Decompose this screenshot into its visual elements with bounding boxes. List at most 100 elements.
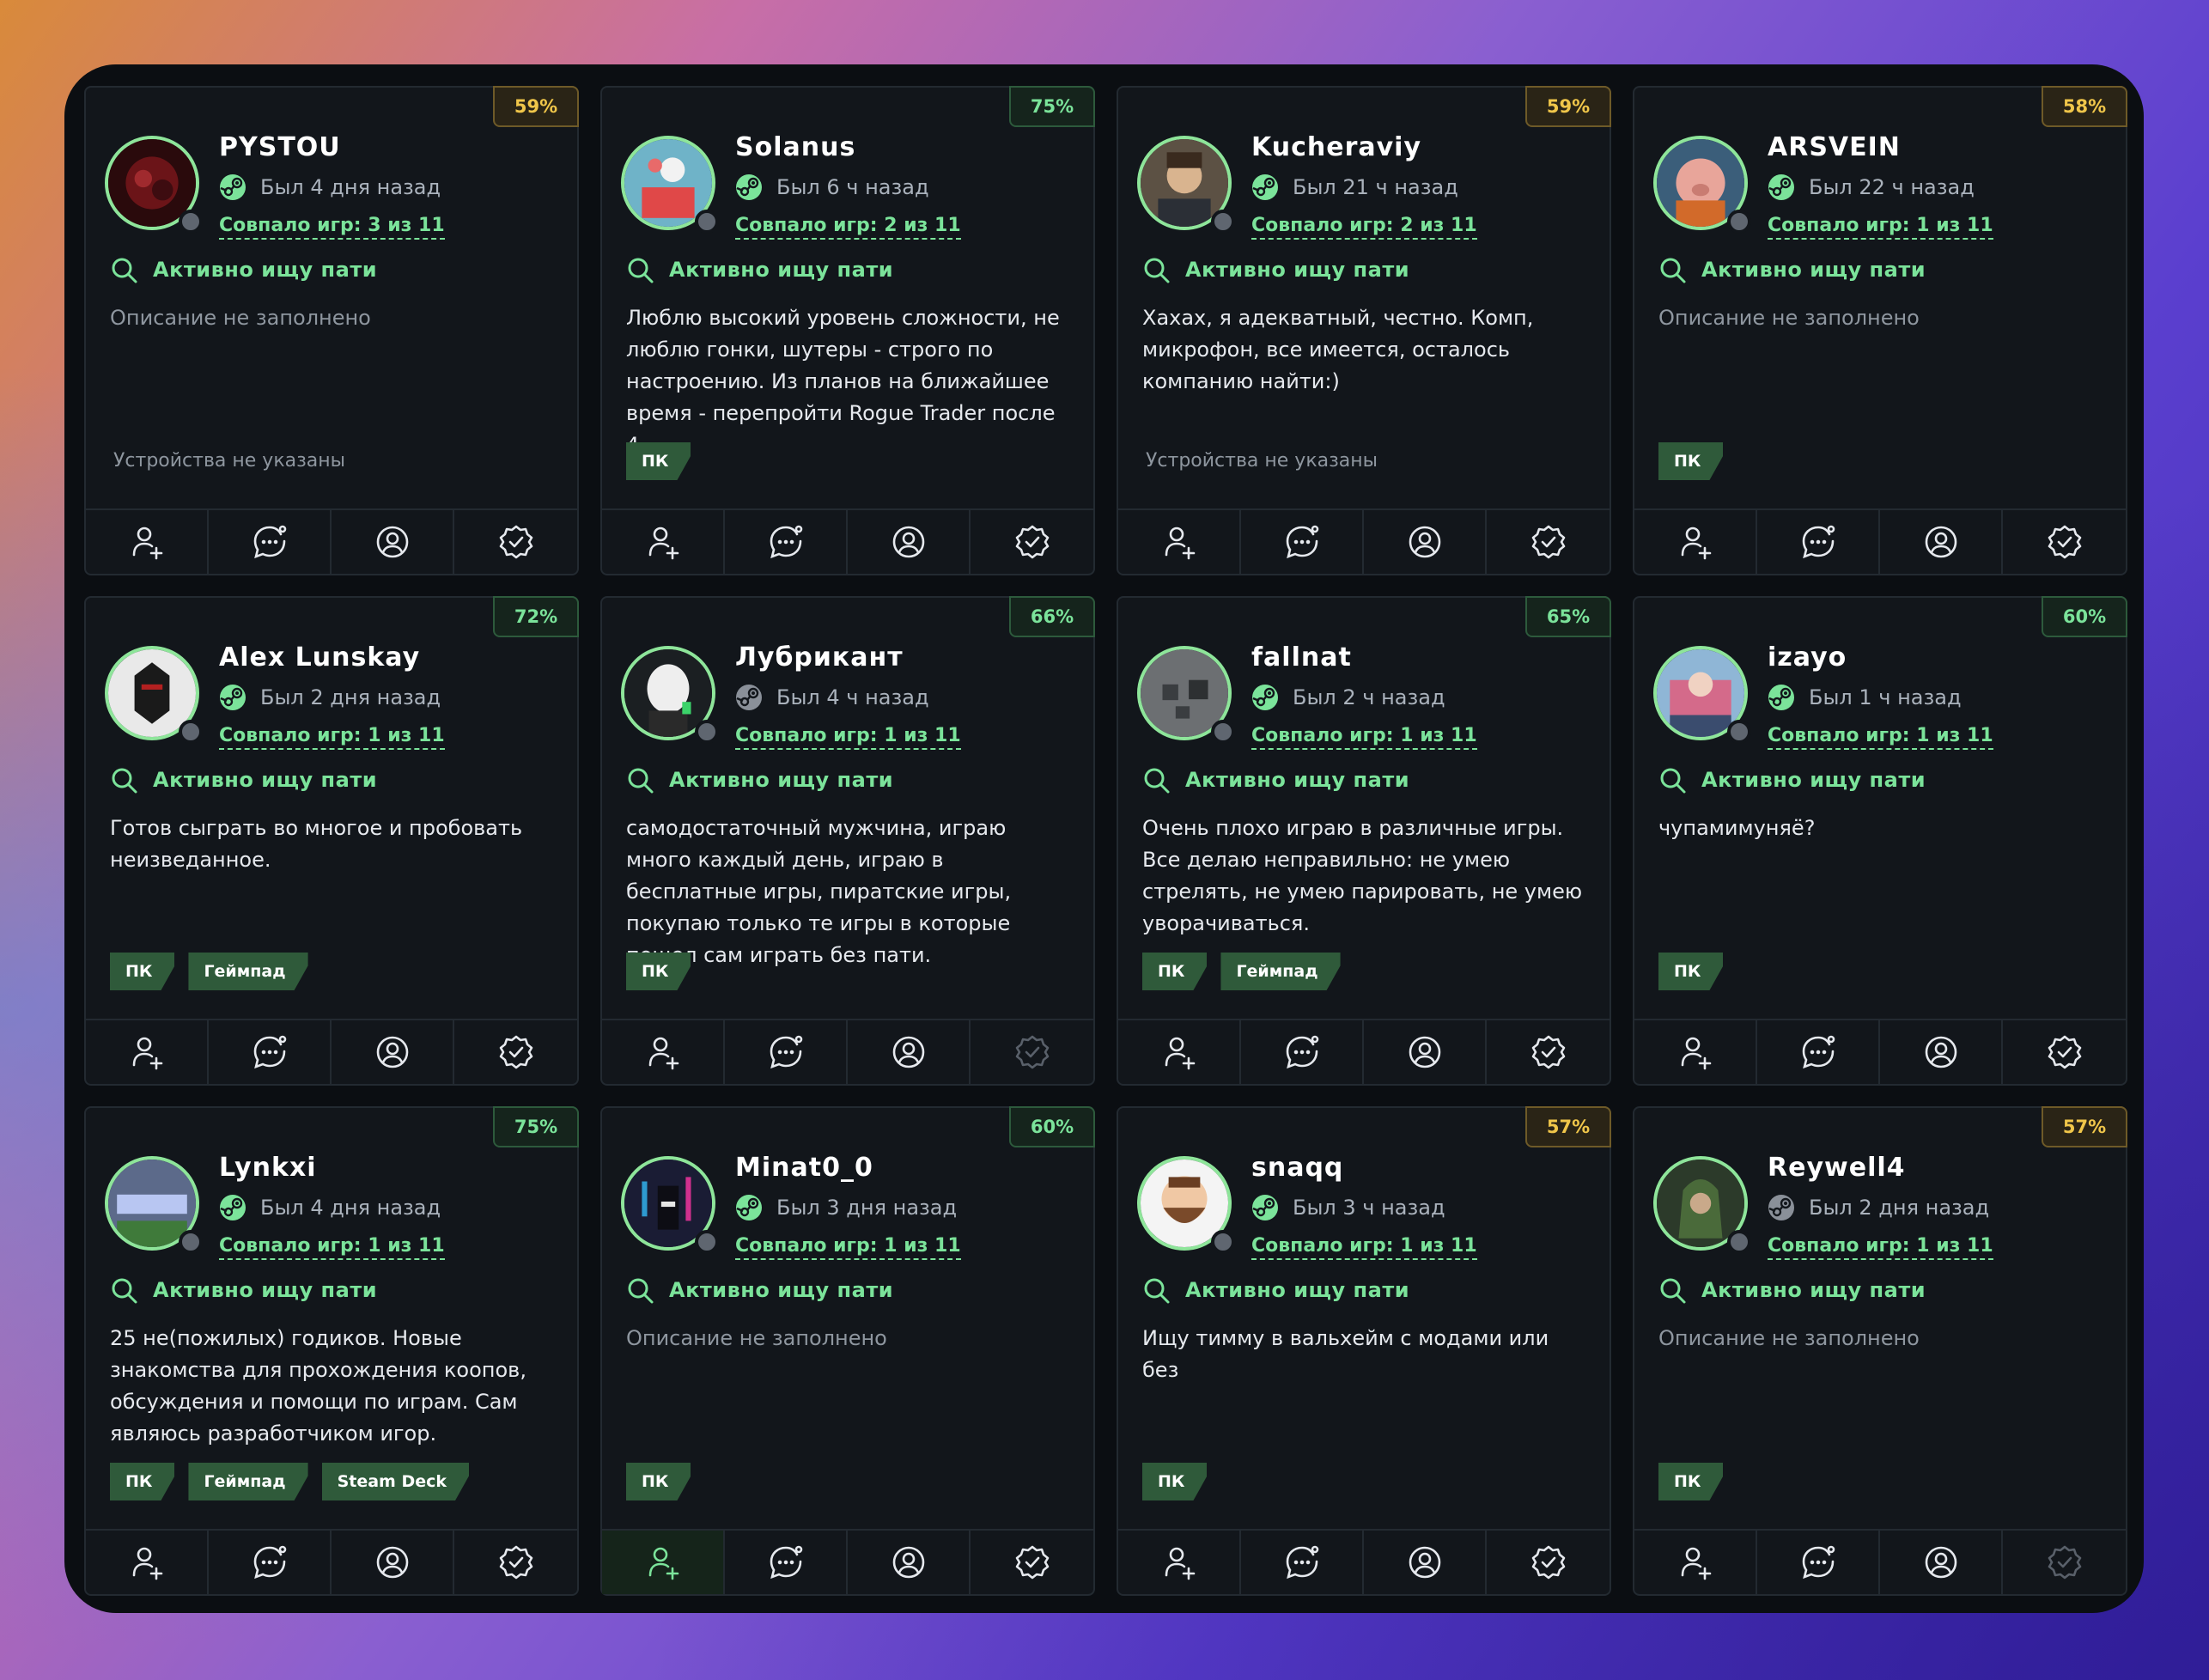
player-card: 75% Solanus Был 6 ч назад Совпало игр: 2… [600,86,1095,575]
profile-icon [1925,1546,1956,1579]
chat-button[interactable] [209,510,332,574]
profile-button[interactable] [848,1531,971,1594]
add-friend-button[interactable] [602,1531,725,1594]
profile-icon [1409,526,1440,558]
matched-games-link[interactable]: Совпало игр: 1 из 11 [1768,215,1993,240]
matched-games-link[interactable]: Совпало игр: 1 из 11 [1768,725,1993,750]
add-friend-button[interactable] [86,510,209,574]
matched-games-link[interactable]: Совпало игр: 3 из 11 [219,215,445,240]
profile-button[interactable] [848,1020,971,1084]
matched-games-link[interactable]: Совпало игр: 1 из 11 [1768,1235,1993,1260]
add-friend-button[interactable] [86,1020,209,1084]
add-friend-button[interactable] [86,1531,209,1594]
verify-button[interactable] [1487,510,1610,574]
player-name[interactable]: PYSTOU [219,132,341,162]
add-friend-button[interactable] [1634,1020,1757,1084]
chat-button[interactable] [1241,1020,1364,1084]
matched-games-link[interactable]: Совпало игр: 1 из 11 [1251,1235,1477,1260]
add-friend-button[interactable] [1118,1531,1241,1594]
verify-button[interactable] [454,1020,577,1084]
verify-button[interactable] [454,510,577,574]
add-friend-button[interactable] [1118,510,1241,574]
player-name[interactable]: Kucheraviy [1251,132,1421,162]
verify-button[interactable] [1487,1020,1610,1084]
profile-button[interactable] [848,510,971,574]
chat-icon [253,525,286,559]
chat-icon [1802,1545,1835,1580]
profile-button[interactable] [1880,510,2003,574]
verify-button[interactable] [454,1531,577,1594]
matched-games-link[interactable]: Совпало игр: 2 из 11 [735,215,961,240]
profile-button[interactable] [1364,1020,1487,1084]
player-name[interactable]: Alex Lunskay [219,642,420,673]
profile-button[interactable] [332,510,454,574]
player-name[interactable]: Лубрикант [735,642,904,673]
player-card: 66% Лубрикант Был 4 ч назад Совпало игр:… [600,596,1095,1086]
player-name[interactable]: Solanus [735,132,855,162]
card-actions [1634,1019,2126,1084]
matched-games-link[interactable]: Совпало игр: 2 из 11 [1251,215,1477,240]
chat-button[interactable] [725,1531,848,1594]
status-dot [695,1230,719,1254]
profile-button[interactable] [1880,1531,2003,1594]
add-friend-button[interactable] [1118,1020,1241,1084]
chat-button[interactable] [209,1020,332,1084]
search-icon [1144,768,1170,794]
card-actions [1634,508,2126,574]
player-name[interactable]: Lynkxi [219,1153,317,1183]
matched-games-link[interactable]: Совпало игр: 1 из 11 [735,725,961,750]
chat-button[interactable] [725,1020,848,1084]
verify-button[interactable] [2003,510,2126,574]
chat-icon [770,1545,802,1580]
chat-button[interactable] [1241,1531,1364,1594]
device-tags: ПК Геймпад [110,953,308,990]
verify-button[interactable] [971,510,1093,574]
profile-button[interactable] [332,1531,454,1594]
profile-button[interactable] [1880,1020,2003,1084]
profile-button[interactable] [332,1020,454,1084]
device-tag: ПК [626,953,691,990]
add-friend-button[interactable] [1634,1531,1757,1594]
profile-button[interactable] [1364,1531,1487,1594]
device-tags: ПК [1658,1463,1723,1500]
match-badge: 60% [1009,1106,1095,1147]
player-name[interactable]: ARSVEIN [1768,132,1901,162]
search-icon [112,1278,137,1304]
chat-button[interactable] [209,1531,332,1594]
verified-badge-icon [1531,1035,1565,1069]
player-name[interactable]: snaqq [1251,1153,1343,1183]
last-seen: Был 3 ч назад [1293,1196,1445,1220]
add-friend-button[interactable] [602,510,725,574]
search-icon [628,258,654,283]
add-friend-button[interactable] [1634,510,1757,574]
matched-games-link[interactable]: Совпало игр: 1 из 11 [219,1235,445,1260]
add-friend-button[interactable] [602,1020,725,1084]
verify-button[interactable] [2003,1531,2126,1594]
player-name[interactable]: Minat0_0 [735,1153,873,1183]
profile-icon [892,1036,924,1068]
matched-games-link[interactable]: Совпало игр: 1 из 11 [1251,725,1477,750]
matched-games-link[interactable]: Совпало игр: 1 из 11 [219,725,445,750]
chat-button[interactable] [1757,1531,1880,1594]
player-name[interactable]: fallnat [1251,642,1352,673]
matched-games-link[interactable]: Совпало игр: 1 из 11 [735,1235,961,1260]
search-icon [1660,258,1686,283]
profile-button[interactable] [1364,510,1487,574]
match-badge: 75% [1009,86,1095,127]
add-user-icon [1681,527,1711,560]
verify-button[interactable] [1487,1531,1610,1594]
chat-button[interactable] [1757,510,1880,574]
search-icon [628,768,654,794]
verified-badge-icon [2048,1545,2081,1580]
player-name[interactable]: izayo [1768,642,1847,673]
chat-button[interactable] [1757,1020,1880,1084]
chat-button[interactable] [725,510,848,574]
verify-button[interactable] [971,1531,1093,1594]
player-card: 65% fallnat Был 2 ч назад Совпало игр: 1… [1117,596,1611,1086]
verify-button[interactable] [971,1020,1093,1084]
chat-button[interactable] [1241,510,1364,574]
player-name[interactable]: Reywell4 [1768,1153,1906,1183]
search-icon [628,1278,654,1304]
profile-icon [892,1546,924,1579]
verify-button[interactable] [2003,1020,2126,1084]
